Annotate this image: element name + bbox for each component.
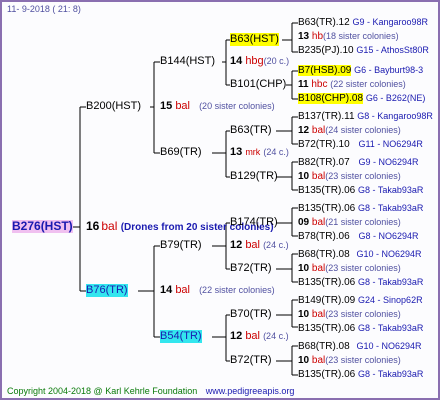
date-stamp: 11- 9-2018 ( 21: 8)	[7, 4, 81, 14]
gen3-queen-1: B101(CHP)	[230, 78, 287, 90]
root-unit: bal	[101, 219, 118, 233]
gen3-queen-3: B129(TR)	[230, 170, 278, 182]
gen4-drone-1: 11 hbc (22 sister colonies)	[298, 79, 406, 90]
gen3-queen-0: B63(HST)	[230, 33, 279, 46]
gen2-drone-3: 12 bal (24 c.)	[230, 330, 289, 342]
gen1-queen-1: B76(TR)	[86, 284, 128, 297]
gen4-queen-b-5: B135(TR).06 G8 - Takab93aR	[298, 277, 424, 288]
gen4-queen-b-4: B78(TR).06 G8 - NO6294R	[298, 231, 419, 242]
gen2-queen-3: B54(TR)	[160, 330, 202, 343]
gen4-queen-a-4: B135(TR).06 G8 - Takab93aR	[298, 203, 424, 214]
gen4-queen-b-1: B108(CHP).08 G6 - B262(NE)	[298, 93, 426, 104]
root-queen: B276(HST)	[12, 219, 73, 233]
gen1-drone-1: 14 bal (22 sister colonies)	[160, 284, 275, 296]
gen4-queen-a-5: B68(TR).08 G10 - NO6294R	[298, 249, 422, 260]
gen3-queen-4: B174(TR)	[230, 216, 278, 228]
gen4-drone-5: 10 bal(23 sister colonies)	[298, 263, 401, 274]
gen4-drone-0: 13 hb(18 sister colonies)	[298, 31, 399, 42]
gen4-queen-a-6: B149(TR).09 G24 - Sinop62R	[298, 295, 423, 306]
gen1-drone-0: 15 bal (20 sister colonies)	[160, 100, 275, 112]
gen4-queen-b-2: B72(TR).10 G11 - NO6294R	[298, 139, 423, 150]
gen4-queen-a-7: B68(TR).08 G10 - NO6294R	[298, 341, 422, 352]
gen3-queen-6: B70(TR)	[230, 308, 272, 320]
gen2-queen-2: B79(TR)	[160, 239, 202, 251]
gen3-queen-5: B72(TR)	[230, 262, 272, 274]
gen4-queen-b-0: B235(PJ).10 G15 - AthosSt80R	[298, 45, 429, 56]
gen4-drone-7: 10 bal(23 sister colonies)	[298, 355, 401, 366]
gen2-queen-1: B69(TR)	[160, 146, 202, 158]
gen4-queen-a-3: B82(TR).07 G9 - NO6294R	[298, 157, 419, 168]
gen4-drone-4: 09 bal(21 sister colonies)	[298, 217, 401, 228]
gen2-drone-0: 14 hbg(20 c.)	[230, 55, 290, 67]
gen4-queen-a-0: B63(TR).12 G9 - Kangaroo98R	[298, 17, 429, 28]
gen4-queen-a-1: B7(HSB).09 G6 - Bayburt98-3	[298, 65, 424, 76]
gen3-queen-2: B63(TR)	[230, 124, 272, 136]
gen4-drone-3: 10 bal(23 sister colonies)	[298, 171, 401, 182]
gen4-queen-a-2: B137(TR).11 G8 - Kangaroo98R	[298, 111, 433, 122]
gen3-queen-7: B72(TR)	[230, 354, 272, 366]
gen4-drone-2: 12 bal(24 sister colonies)	[298, 125, 401, 136]
gen4-queen-b-7: B135(TR).06 G8 - Takab93aR	[298, 369, 424, 380]
gen4-queen-b-3: B135(TR).06 G8 - Takab93aR	[298, 185, 424, 196]
gen4-drone-6: 10 bal(23 sister colonies)	[298, 309, 401, 320]
footer-site-link: www.pedigreeapis.org	[205, 386, 295, 396]
gen1-queen-0: B200(HST)	[86, 100, 142, 112]
gen4-queen-b-6: B135(TR).06 G8 - Takab93aR	[298, 323, 424, 334]
root-num: 16	[86, 219, 100, 233]
footer-copyright: Copyright 2004-2018 @ Karl Kehrle Founda…	[7, 386, 295, 396]
gen2-drone-1: 13 mrk (24 c.)	[230, 146, 289, 158]
gen2-queen-0: B144(HST)	[160, 55, 216, 67]
gen2-drone-2: 12 bal (24 c.)	[230, 239, 289, 251]
